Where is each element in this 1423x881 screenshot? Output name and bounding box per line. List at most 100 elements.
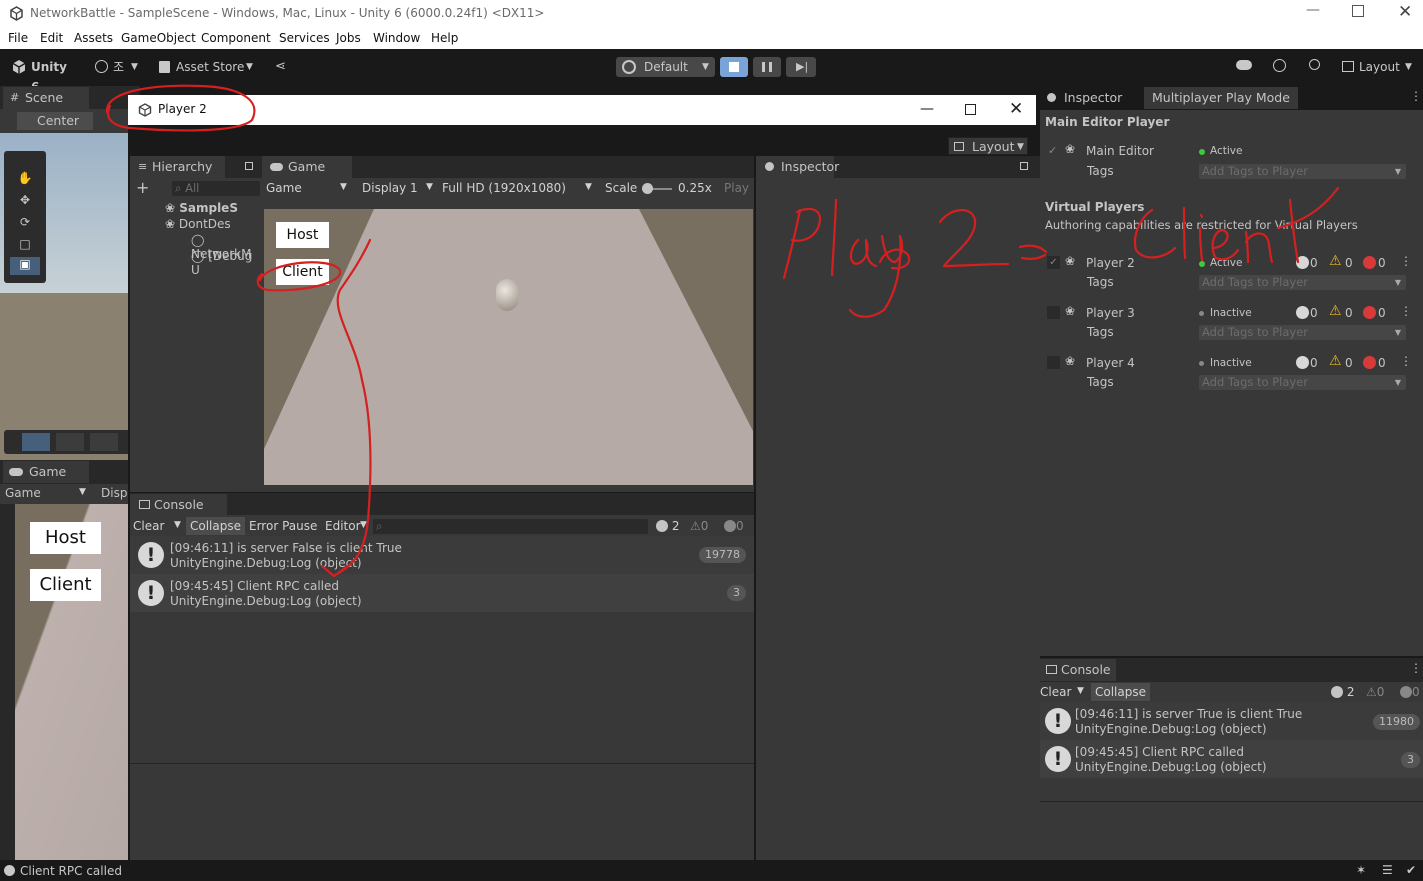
console-warning-toggle[interactable]: ⚠0 [1366,685,1384,699]
more-options-icon[interactable]: ⋮ [1400,354,1412,368]
game-mode-dropdown[interactable]: Game [266,181,302,195]
move-tool-icon[interactable]: ✥ [10,193,40,211]
lock-icon[interactable] [245,162,253,170]
version-control-icon[interactable]: ⋖ [275,59,286,74]
pivot-center-dropdown[interactable]: Center [17,112,93,130]
console-entry[interactable]: ! [09:45:45] Client RPC called UnityEngi… [130,574,754,612]
tags-dropdown[interactable]: Add Tags to Player ▼ [1199,275,1406,290]
display-dropdown[interactable]: Display 1 [362,181,418,195]
console-error-pause-button[interactable]: Error Pause [249,519,317,533]
tags-dropdown[interactable]: Add Tags to Player ▼ [1199,164,1406,179]
grid-snap-icon[interactable] [90,433,118,451]
tab-inspector[interactable]: Inspector [1044,87,1142,109]
more-options-icon[interactable]: ⋮ [1400,254,1412,268]
maximize-button[interactable] [965,104,976,115]
scale-slider-thumb[interactable] [642,183,653,194]
display-dropdown[interactable]: Displ [101,486,131,500]
console-clear-button[interactable]: Clear [133,519,164,533]
status-message[interactable]: Client RPC called [20,864,122,878]
main-game-view[interactable]: Host Client [15,504,130,860]
console-entry[interactable]: ! [09:45:45] Client RPC called UnityEngi… [1040,740,1423,778]
player-game-view[interactable]: Host Client [264,209,753,485]
minimize-button[interactable]: — [1306,2,1328,18]
menu-component[interactable]: Component [201,31,271,45]
tags-dropdown[interactable]: Add Tags to Player ▼ [1199,325,1406,340]
close-button[interactable]: ✕ [1009,99,1023,119]
console-editor-dropdown[interactable]: Editor [325,519,361,533]
console-warning-toggle[interactable]: ⚠0 [690,519,708,533]
rotate-tool-icon[interactable]: ⟳ [10,215,40,233]
cache-icon[interactable]: ☰ [1382,863,1393,877]
host-button[interactable]: Host [276,222,329,248]
menu-jobs[interactable]: Jobs [336,31,361,45]
tab-scene[interactable]: # Scene [3,87,89,109]
minimize-button[interactable]: — [920,101,934,117]
playmode-profile-dropdown[interactable]: Default ▼ [616,57,715,77]
check-circle-icon[interactable]: ✔ [1406,863,1416,877]
menu-edit[interactable]: Edit [40,31,63,45]
asset-store-button[interactable]: Asset Store ▼ [157,57,259,77]
game-dropdown[interactable]: Game [5,486,41,500]
tab-game[interactable]: Game [3,461,89,483]
menu-help[interactable]: Help [431,31,458,45]
account-button[interactable]: 조 ▼ [92,57,142,77]
console-error-toggle[interactable]: 0 [1400,685,1420,699]
client-button[interactable]: Client [30,569,101,601]
client-button[interactable]: Client [276,259,329,285]
more-options-icon[interactable]: ⋮ [1400,304,1412,318]
tab-console[interactable]: Console [1040,659,1116,681]
player-layout-dropdown[interactable]: Layout ▼ [948,137,1028,155]
cloud-icon[interactable] [1236,60,1252,70]
snap-icon[interactable] [56,433,84,451]
tab-console[interactable]: Console [130,494,227,516]
menu-file[interactable]: File [8,31,28,45]
scale-tool-icon[interactable]: □ [10,237,40,255]
host-button[interactable]: Host [30,522,101,554]
rect-tool-icon[interactable]: ▣ [10,257,40,275]
console-entry[interactable]: ! [09:46:11] is server False is client T… [130,536,754,574]
console-clear-button[interactable]: Clear [1040,685,1071,699]
menu-assets[interactable]: Assets [74,31,113,45]
tab-game[interactable]: Game [262,156,352,178]
search-icon[interactable] [1309,59,1320,70]
rect-icon[interactable] [22,433,50,451]
maximize-button[interactable] [1352,5,1364,17]
menu-window[interactable]: Window [373,31,420,45]
lock-icon[interactable] [1020,162,1028,170]
hierarchy-item[interactable]: ❀ SampleS [165,201,238,215]
player-checkbox[interactable]: ✓ [1047,256,1060,269]
layout-dropdown[interactable]: Layout ▼ [1341,57,1417,77]
tab-inspector[interactable]: Inspector [756,156,839,178]
play-button[interactable] [720,57,748,77]
player-checkbox[interactable] [1047,306,1060,319]
play-focused-dropdown[interactable]: Play [724,181,749,195]
more-options-icon[interactable]: ⋮ [1410,661,1422,675]
tab-multiplayer-play-mode[interactable]: Multiplayer Play Mode [1144,87,1298,109]
hierarchy-item[interactable]: ❀ DontDes [165,217,231,231]
history-icon[interactable] [1273,59,1286,72]
resolution-dropdown[interactable]: Full HD (1920x1080) [442,181,566,195]
close-button[interactable]: ✕ [1398,2,1412,22]
console-entry[interactable]: ! [09:46:11] is server True is client Tr… [1040,702,1423,740]
more-options-icon[interactable]: ⋮ [1410,89,1422,103]
unity-version-button[interactable]: Unity 6 [8,57,78,94]
hierarchy-item[interactable]: ◯ [Debug U [191,249,262,277]
player-checkbox[interactable] [1047,356,1060,369]
tab-hierarchy[interactable]: ≡ Hierarchy [130,156,225,178]
console-collapse-button[interactable]: Collapse [1091,683,1150,701]
pause-button[interactable] [753,57,781,77]
scene-view[interactable]: ✋ ✥ ⟳ □ ▣ [0,133,130,460]
step-button[interactable]: ▶| [786,57,816,77]
console-error-toggle[interactable]: 0 [724,519,744,533]
bug-icon[interactable]: ✶ [1356,863,1366,877]
hierarchy-search-input[interactable]: ⌕ All [172,181,260,196]
tags-dropdown[interactable]: Add Tags to Player ▼ [1199,375,1406,390]
menu-services[interactable]: Services [279,31,330,45]
menu-gameobject[interactable]: GameObject [121,31,196,45]
hand-tool-icon[interactable]: ✋ [10,171,40,189]
console-collapse-button[interactable]: Collapse [186,517,245,535]
console-log-toggle[interactable]: 2 [1331,685,1354,699]
console-search-input[interactable]: ⌕ [373,519,648,534]
console-log-toggle[interactable]: 2 [656,519,679,533]
add-object-button[interactable]: + [136,178,149,197]
